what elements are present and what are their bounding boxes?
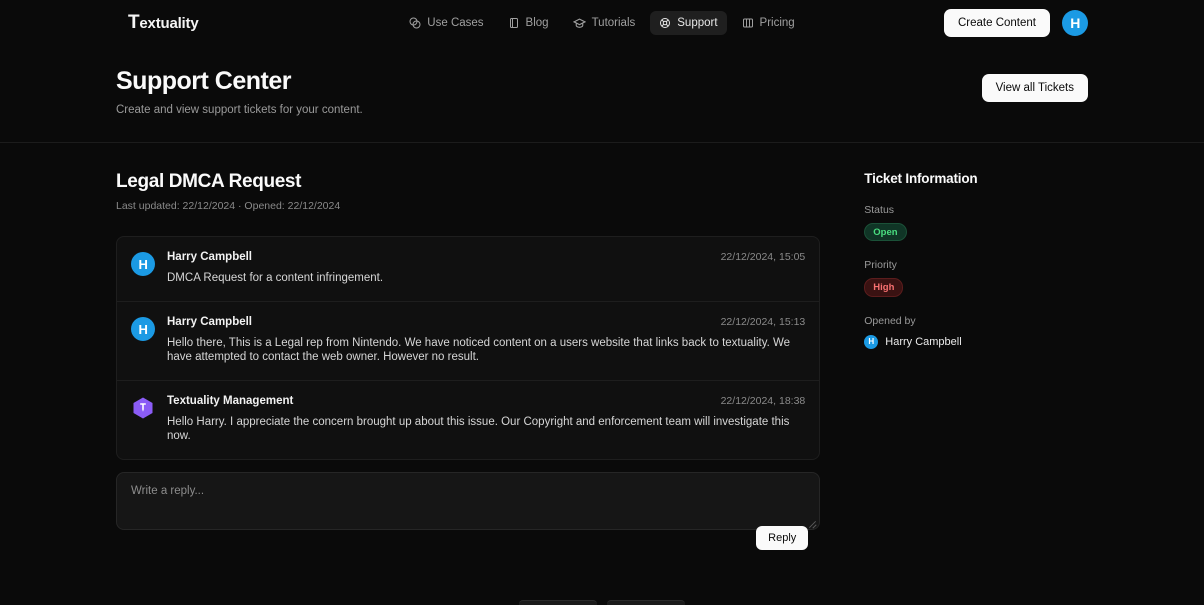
nav-item-label: Use Cases (427, 17, 484, 29)
nav-item-label: Blog (525, 17, 549, 29)
page-header: Support Center Create and view support t… (0, 46, 1204, 143)
priority-field: Priority High (864, 259, 1088, 297)
graduation-cap-icon (572, 17, 586, 30)
message-author: Harry Campbell (167, 316, 253, 329)
opened-by-field: Opened by H Harry Campbell (864, 315, 1088, 349)
reply-button[interactable]: Reply (756, 526, 809, 551)
hexagon-badge-icon (133, 397, 153, 419)
page-subtitle: Create and view support tickets for your… (116, 104, 363, 116)
ticket-information-title: Ticket Information (864, 171, 978, 186)
message-timestamp: 22/12/2024, 15:05 (720, 251, 806, 263)
nav-item-support[interactable]: Support (650, 11, 727, 35)
page-header-actions: View all Tickets (981, 66, 1088, 102)
brand-logo-rest: extuality (139, 15, 199, 32)
message-body: Harry Campbell 22/12/2024, 15:05 DMCA Re… (167, 251, 805, 285)
message-thread: H Harry Campbell 22/12/2024, 15:05 DMCA … (116, 236, 821, 461)
reply-section: Write a reply... Reply (116, 472, 821, 551)
message-author: Textuality Management (167, 395, 294, 408)
message-text: DMCA Request for a content infringement. (167, 272, 384, 284)
opened-by-avatar: H (864, 334, 879, 349)
columns-icon (742, 17, 754, 29)
message-text: Hello there, This is a Legal rep from Ni… (167, 337, 791, 364)
status-field: Status Open (864, 204, 1088, 242)
opened-by-label: Opened by (864, 314, 916, 327)
message-body: Textuality Management 22/12/2024, 18:38 … (167, 395, 805, 443)
status-badge: Open (864, 223, 907, 242)
book-icon (508, 17, 520, 29)
reply-textarea[interactable]: Write a reply... (116, 472, 821, 531)
priority-badge: High (864, 278, 904, 297)
bottom-chip[interactable] (519, 600, 597, 605)
message-avatar-hexagon (131, 396, 155, 420)
priority-label: Priority (864, 259, 897, 272)
user-avatar[interactable]: H (1062, 10, 1088, 36)
message-timestamp: 22/12/2024, 15:13 (720, 316, 806, 329)
nav-item-blog[interactable]: Blog (499, 11, 558, 35)
message-avatar: H (131, 317, 155, 342)
message-item: H Harry Campbell 22/12/2024, 15:13 Hello… (117, 302, 820, 382)
content-area: Legal DMCA Request Last updated: 22/12/2… (0, 143, 1204, 551)
blend-icon (409, 17, 421, 29)
brand-logo-capital: T (128, 12, 140, 33)
reply-placeholder: Write a reply... (131, 485, 205, 498)
message-item: Textuality Management 22/12/2024, 18:38 … (117, 381, 819, 459)
message-avatar: H (131, 252, 155, 276)
nav-item-label: Support (677, 17, 718, 29)
view-all-tickets-button[interactable]: View all Tickets (981, 74, 1088, 102)
nav-item-use-cases[interactable]: Use Cases (400, 11, 492, 35)
nav-item-tutorials[interactable]: Tutorials (564, 11, 645, 36)
ticket-information-panel: Ticket Information Status Open Priority … (864, 171, 1088, 530)
bottom-toolbar-sliver (0, 600, 1204, 605)
nav-item-label: Pricing (759, 17, 795, 29)
topbar-actions: Create Content H (944, 9, 1088, 37)
message-author: Harry Campbell (167, 251, 253, 263)
ticket-main-column: Legal DMCA Request Last updated: 22/12/2… (116, 171, 821, 551)
nav-item-pricing[interactable]: Pricing (733, 11, 804, 35)
ticket-title: Legal DMCA Request (116, 171, 302, 192)
page-title: Support Center (116, 67, 291, 95)
resize-handle[interactable] (808, 518, 817, 527)
message-header: Harry Campbell 22/12/2024, 15:05 (167, 251, 805, 263)
page-header-text: Support Center Create and view support t… (116, 66, 363, 116)
message-body: Harry Campbell 22/12/2024, 15:13 Hello t… (167, 316, 805, 364)
lifebuoy-icon (659, 17, 671, 29)
message-header: Harry Campbell 22/12/2024, 15:13 (167, 316, 805, 328)
message-item: H Harry Campbell 22/12/2024, 15:05 DMCA … (117, 237, 820, 303)
status-label: Status (864, 204, 895, 216)
opened-by-name: Harry Campbell (885, 335, 962, 348)
message-timestamp: 22/12/2024, 18:38 (720, 395, 806, 408)
top-navigation-bar: Textuality Use Cases Blog Tutorials Supp… (0, 0, 1204, 46)
nav-item-label: Tutorials (591, 17, 636, 29)
ticket-meta: Last updated: 22/12/2024 · Opened: 22/12… (116, 200, 341, 212)
message-header: Textuality Management 22/12/2024, 18:38 (167, 395, 805, 407)
create-content-button[interactable]: Create Content (944, 9, 1050, 37)
brand-logo[interactable]: Textuality (128, 12, 199, 34)
message-text: Hello Harry. I appreciate the concern br… (167, 416, 790, 443)
bottom-chip[interactable] (607, 600, 685, 605)
opened-by-user: H Harry Campbell (864, 334, 1088, 349)
